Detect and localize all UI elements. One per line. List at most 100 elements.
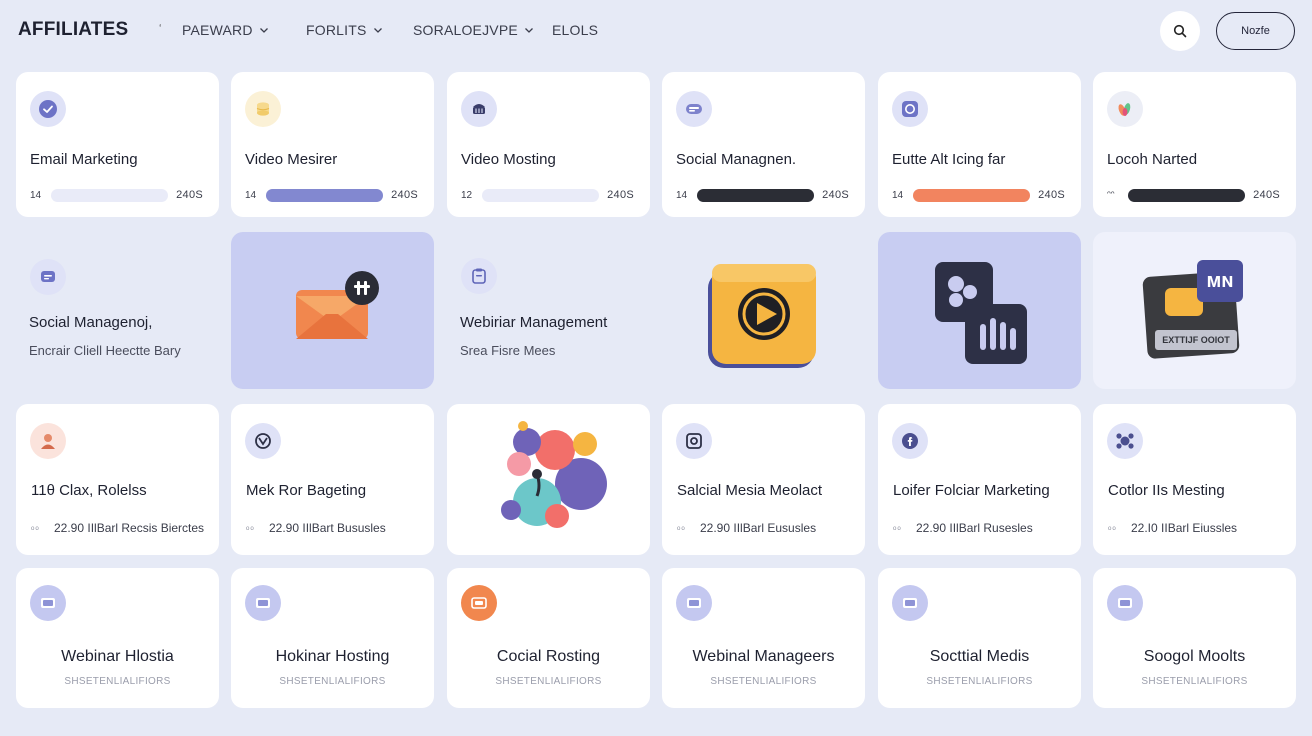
media-frame-icon bbox=[676, 423, 712, 459]
card-subtitle: 22.90 IIlBarl Recsis Bierctes bbox=[54, 521, 205, 535]
nav-item-4[interactable]: ELOLS bbox=[552, 22, 598, 38]
card-title: 11θ Clax, Rolelss bbox=[31, 482, 147, 499]
card-mek-ror-bageting[interactable]: Mek Ror Bageting ᵒᵒ 22.90 IIlBart Bususl… bbox=[231, 404, 434, 555]
progress-bar bbox=[266, 189, 383, 202]
card-value: 240S bbox=[822, 189, 849, 201]
card-dots: ᵒᵒ bbox=[246, 524, 255, 534]
card-webinar-hlostia[interactable]: Webinar Hlostia SHSETENLIALIFIORS bbox=[16, 568, 219, 708]
top-navigation-bar: AFFILIATES ʻ PAEWARD FORLITS SORALOEJVPE… bbox=[0, 0, 1312, 62]
card-value: 240S bbox=[176, 189, 203, 201]
card-subtitle: SHSETENLIALIFIORS bbox=[279, 676, 386, 687]
cta-button[interactable]: Nozfe bbox=[1216, 12, 1295, 50]
card-social-managenoj[interactable]: Social Managenoj, Encrair Cliell Heectte… bbox=[16, 232, 219, 389]
card-title: Soogol Moolts bbox=[1143, 648, 1246, 665]
card-dots: ᵒᵒ bbox=[1108, 524, 1117, 534]
card-title: Locoh Narted bbox=[1107, 151, 1198, 168]
card-count: ᵔᵔ bbox=[1107, 190, 1115, 201]
card-title: Loifer Folciar Marketing bbox=[893, 482, 1050, 499]
card-title: Mek Ror Bageting bbox=[246, 482, 367, 499]
nav-item-2[interactable]: FORLITS bbox=[306, 22, 383, 38]
card-title: Socttial Medis bbox=[929, 648, 1030, 665]
card-video-mesirer[interactable]: Video Mesirer 14 240S bbox=[231, 72, 434, 217]
monitor-icon bbox=[30, 585, 66, 621]
envelope-icon bbox=[296, 271, 379, 339]
card-social-managnen[interactable]: Social Managnen. 14 240S bbox=[662, 72, 865, 217]
corner-label: ᴍɴ bbox=[1197, 260, 1243, 302]
card-subtitle: SHSETENLIALIFIORS bbox=[926, 676, 1033, 687]
card-eutte-alt-icing[interactable]: Eutte Alt Icing far 14 240S bbox=[878, 72, 1081, 217]
coins-icon bbox=[245, 91, 281, 127]
nav-tick-mark: ʻ bbox=[159, 23, 162, 35]
card-cotlor-mesting[interactable]: Cotlor IIs Mesting ᵒᵒ 22.I0 IIBarl Eiuss… bbox=[1093, 404, 1296, 555]
brand-logo[interactable]: AFFILIATES bbox=[18, 19, 128, 41]
card-title: Social Managenoj, bbox=[29, 314, 153, 331]
card-email-illustration[interactable] bbox=[231, 232, 434, 389]
card-title: Cocial Rosting bbox=[496, 648, 601, 665]
progress-fill bbox=[913, 189, 1030, 202]
card-title: Cotlor IIs Mesting bbox=[1108, 482, 1225, 499]
card-subtitle: SHSETENLIALIFIORS bbox=[495, 676, 602, 687]
facebook-icon bbox=[892, 423, 928, 459]
card-title: Webinar Hlostia bbox=[61, 648, 174, 665]
card-cocial-rosting[interactable]: Cocial Rosting SHSETENLIALIFIORS bbox=[447, 568, 650, 708]
card-value: 240S bbox=[607, 189, 634, 201]
card-subtitle: 22.I0 IIBarl Eiussles bbox=[1131, 521, 1238, 535]
app-tiles-icon bbox=[935, 262, 1027, 364]
card-count: 14 bbox=[676, 190, 688, 201]
card-soogol-moolts[interactable]: Soogol Moolts SHSETENLIALIFIORS bbox=[1093, 568, 1296, 708]
card-salcial-mesia[interactable]: Salcial Mesia Meolact ᵒᵒ 22.90 IIlBarl E… bbox=[662, 404, 865, 555]
monitor-icon bbox=[1107, 585, 1143, 621]
card-dots: ᵒᵒ bbox=[893, 524, 902, 534]
nav-item-1[interactable]: PAEWARD bbox=[182, 22, 269, 38]
card-count: 14 bbox=[245, 190, 257, 201]
progress-bar bbox=[482, 189, 599, 202]
card-value: 240S bbox=[1253, 189, 1280, 201]
card-title: Eutte Alt Icing far bbox=[892, 151, 1006, 168]
check-badge-icon bbox=[30, 91, 66, 127]
card-loifer-folciar[interactable]: Loifer Folciar Marketing ᵒᵒ 22.90 IIlBar… bbox=[878, 404, 1081, 555]
chevron-down-icon bbox=[259, 28, 268, 33]
card-title: Email Marketing bbox=[30, 151, 138, 168]
card-title: Hokinar Hosting bbox=[275, 648, 390, 665]
progress-bar bbox=[1128, 189, 1245, 202]
card-dots: ᵒᵒ bbox=[677, 524, 686, 534]
card-video-mosting[interactable]: Video Mosting 12 240S bbox=[447, 72, 650, 217]
chevron-down-icon bbox=[524, 28, 533, 33]
card-video-player-illustration[interactable] bbox=[662, 232, 865, 389]
card-title: Video Mosting bbox=[461, 151, 556, 168]
card-locoh-narted[interactable]: Locoh Narted ᵔᵔ 240S bbox=[1093, 72, 1296, 217]
progress-fill bbox=[1128, 189, 1245, 202]
nav-item-label: PAEWARD bbox=[182, 22, 253, 38]
card-title: Salcial Mesia Meolact bbox=[677, 482, 823, 499]
card-title: Webiriar Management bbox=[460, 314, 608, 331]
nav-item-label: FORLITS bbox=[306, 22, 367, 38]
colorful-spheres-icon bbox=[501, 421, 607, 528]
card-webiriar-management[interactable]: Webiriar Management Srea Fisre Mees bbox=[447, 232, 650, 389]
search-button[interactable] bbox=[1160, 11, 1200, 51]
monitor-icon bbox=[461, 585, 497, 621]
monitor-icon bbox=[892, 585, 928, 621]
card-title: Social Managnen. bbox=[676, 151, 797, 168]
card-badge-illustration[interactable]: ᴍɴ EXTTIJF OOIOT bbox=[1093, 232, 1296, 389]
card-app-tiles-illustration[interactable] bbox=[878, 232, 1081, 389]
card-hokinar-hosting[interactable]: Hokinar Hosting SHSETENLIALIFIORS bbox=[231, 568, 434, 708]
search-icon bbox=[1173, 24, 1187, 38]
card-value: 240S bbox=[391, 189, 418, 201]
card-clax-roles[interactable]: 11θ Clax, Rolelss ᵒᵒ 22.90 IIlBarl Recsi… bbox=[16, 404, 219, 555]
card-subtitle: Srea Fisre Mees bbox=[460, 343, 556, 358]
card-count: 14 bbox=[892, 190, 904, 201]
card-webinal-manageers[interactable]: Webinal Manageers SHSETENLIALIFIORS bbox=[662, 568, 865, 708]
card-subtitle: SHSETENLIALIFIORS bbox=[1141, 676, 1248, 687]
link-nodes-icon bbox=[1107, 423, 1143, 459]
card-email-marketing[interactable]: Email Marketing 14 240S bbox=[16, 72, 219, 217]
card-socttial-medis[interactable]: Socttial Medis SHSETENLIALIFIORS bbox=[878, 568, 1081, 708]
message-box-icon bbox=[30, 259, 66, 295]
card-subtitle: SHSETENLIALIFIORS bbox=[710, 676, 817, 687]
nav-item-3[interactable]: SORALOEJVPE bbox=[413, 22, 534, 38]
card-count: 12 bbox=[461, 190, 473, 201]
card-bubbles-illustration[interactable] bbox=[447, 404, 650, 555]
card-value: 240S bbox=[1038, 189, 1065, 201]
card-count: 14 bbox=[30, 190, 42, 201]
progress-bar bbox=[51, 189, 168, 202]
chat-bubbles-icon bbox=[676, 91, 712, 127]
